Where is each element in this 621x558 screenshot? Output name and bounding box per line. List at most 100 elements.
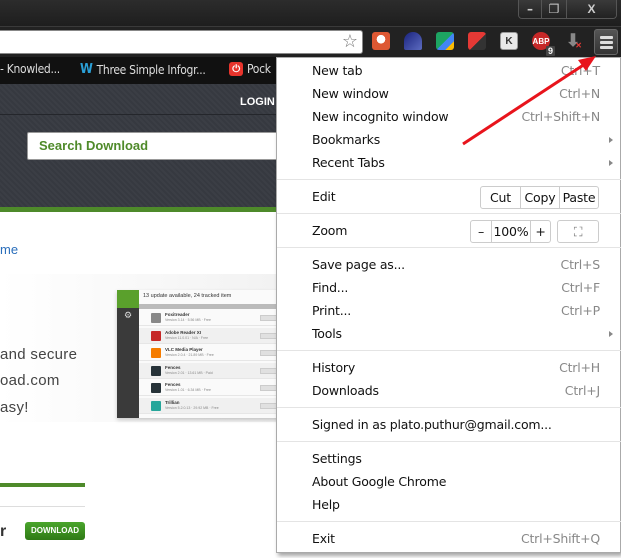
duckduckgo-extension-icon[interactable] <box>372 32 390 50</box>
menu-item-new-window[interactable]: New window Ctrl+N <box>277 83 621 106</box>
app-meta: Version 3.14 · 5.56 MB · Free <box>165 318 211 322</box>
address-bar[interactable]: ☆ <box>0 30 363 54</box>
menu-label: Recent Tabs <box>312 155 385 170</box>
copy-button[interactable]: Copy <box>520 187 559 208</box>
select-option-button <box>260 385 277 391</box>
paste-button[interactable]: Paste <box>559 187 598 208</box>
chrome-menu-button[interactable] <box>594 29 618 55</box>
app-list-row: VLC Media Player Version 2.0.4 · 21.89 MB… <box>139 345 277 361</box>
menu-item-edit: Edit Cut Copy Paste <box>277 186 621 209</box>
menu-label: New tab <box>312 63 363 78</box>
menu-item-zoom: Zoom – 100% + ⛶ <box>277 220 621 243</box>
bookmark-knowledge[interactable]: - Knowled... <box>0 62 60 76</box>
menu-item-about-google-chrome[interactable]: About Google Chrome <box>277 471 621 494</box>
close-button[interactable]: X <box>566 0 616 18</box>
app-list-row: Fences Version 1.01 · 6.34 MB · Free <box>139 380 277 396</box>
menu-item-tools[interactable]: Tools <box>277 323 621 346</box>
browser-toolbar: ☆ K ABP 9 ⬇ ✕ <box>0 26 621 57</box>
menu-item-help[interactable]: Help <box>277 494 621 517</box>
green-divider <box>0 483 85 487</box>
app-screenshot: ⚙ 13 update available, 24 tracked item F… <box>117 290 277 418</box>
menu-label: Bookmarks <box>312 132 381 147</box>
app-icon <box>151 400 161 411</box>
hamburger-icon-bar <box>599 35 613 39</box>
app-name: Fences <box>165 382 181 387</box>
hamburger-icon-bar <box>599 45 613 49</box>
title-bar: – ❐ X <box>0 0 621 26</box>
select-option-button <box>260 367 277 374</box>
adblock-plus-extension-icon[interactable]: ABP 9 <box>532 32 555 56</box>
select-option-button <box>260 402 277 409</box>
menu-shortcut: Ctrl+S <box>560 257 601 272</box>
menu-label: Tools <box>312 326 342 341</box>
app-meta: Version 2.01 · 13.61 MB · Paid <box>165 370 213 375</box>
menu-shortcut: Ctrl+T <box>560 63 600 78</box>
menu-item-save-page-as[interactable]: Save page as... Ctrl+S <box>277 254 621 277</box>
pocket-icon: ⏻ <box>229 62 243 76</box>
software-tab-icon <box>117 290 139 308</box>
k-extension-icon[interactable]: K <box>500 32 518 50</box>
search-download-input[interactable]: Search Download <box>27 132 277 160</box>
app-icon <box>151 313 161 323</box>
restore-button[interactable]: ❐ <box>541 0 566 18</box>
home-link[interactable]: me <box>0 242 18 257</box>
bookmark-three-simple-infographics[interactable]: W Three Simple Infogr... <box>80 62 206 77</box>
speed-dial-extension-icon[interactable] <box>404 32 422 50</box>
menu-item-recent-tabs[interactable]: Recent Tabs <box>277 152 621 175</box>
menu-separator <box>277 521 621 522</box>
download-extension-icon[interactable]: ⬇ ✕ <box>564 31 582 50</box>
minimize-button[interactable]: – <box>519 0 541 18</box>
app-icon <box>151 330 161 341</box>
download-button[interactable]: DOWNLOAD <box>25 522 85 540</box>
bookmark-star-icon[interactable]: ☆ <box>342 32 358 52</box>
google-drive-extension-icon[interactable] <box>436 32 454 50</box>
menu-shortcut: Ctrl+J <box>564 383 600 398</box>
menu-shortcut: Ctrl+H <box>559 360 600 375</box>
app-list-row: Foxitreader Version 3.14 · 5.56 MB · Free <box>139 310 277 326</box>
menu-item-settings[interactable]: Settings <box>277 448 621 471</box>
menu-item-bookmarks[interactable]: Bookmarks <box>277 129 621 152</box>
edit-button-group: Cut Copy Paste <box>480 186 599 209</box>
menu-item-signed-in[interactable]: Signed in as plato.puthur@gmail.com... <box>277 414 621 437</box>
app-name: Foxitreader <box>165 312 190 317</box>
menu-shortcut: Ctrl+P <box>560 303 600 318</box>
menu-separator <box>277 407 621 408</box>
menu-separator <box>277 213 621 214</box>
disabled-x-icon: ✕ <box>575 41 582 50</box>
bookmark-pocket[interactable]: ⏻ Pock <box>229 62 271 76</box>
app-meta: Version 5.2.0.13 · 29.92 MB · Free <box>165 405 219 410</box>
menu-shortcut: Ctrl+F <box>561 280 600 295</box>
menu-label: Zoom <box>312 223 348 238</box>
menu-item-new-tab[interactable]: New tab Ctrl+T <box>277 60 621 83</box>
menu-item-history[interactable]: History Ctrl+H <box>277 357 621 380</box>
cut-button[interactable]: Cut <box>481 187 520 208</box>
menu-item-print[interactable]: Print... Ctrl+P <box>277 300 621 323</box>
menu-item-new-incognito-window[interactable]: New incognito window Ctrl+Shift+N <box>277 106 621 129</box>
menu-shortcut: Ctrl+N <box>559 86 600 101</box>
kaspersky-extension-icon[interactable] <box>468 32 486 50</box>
menu-separator <box>277 247 621 248</box>
submenu-arrow-icon <box>609 331 613 337</box>
menu-item-exit[interactable]: Exit Ctrl+Shift+Q <box>277 528 621 551</box>
app-meta: Version 11.0.01 · N/A · Free <box>165 335 209 340</box>
gray-divider <box>0 506 85 507</box>
abp-label: ABP <box>532 36 550 46</box>
zoom-in-button[interactable]: + <box>530 221 550 242</box>
fullscreen-button[interactable]: ⛶ <box>557 220 599 243</box>
header-accent-bar <box>0 207 277 212</box>
zoom-out-button[interactable]: – <box>471 221 491 242</box>
menu-item-downloads[interactable]: Downloads Ctrl+J <box>277 380 621 403</box>
submenu-arrow-icon <box>609 137 613 143</box>
app-list-row: Fences Version 2.01 · 13.61 MB · Paid <box>139 362 277 379</box>
app-sidebar: ⚙ <box>117 290 139 418</box>
app-meta: Version 2.0.4 · 21.89 MB · Free <box>165 353 214 357</box>
app-name: Fences <box>165 364 181 370</box>
menu-label: New window <box>312 86 389 101</box>
login-link[interactable]: LOGIN <box>240 96 275 108</box>
menu-label: History <box>312 360 356 375</box>
select-option-button <box>260 332 277 339</box>
menu-label: New incognito window <box>312 109 449 124</box>
app-header-text: 13 update available, 24 tracked item <box>143 293 232 299</box>
menu-item-find[interactable]: Find... Ctrl+F <box>277 277 621 300</box>
menu-label: Downloads <box>312 383 379 398</box>
